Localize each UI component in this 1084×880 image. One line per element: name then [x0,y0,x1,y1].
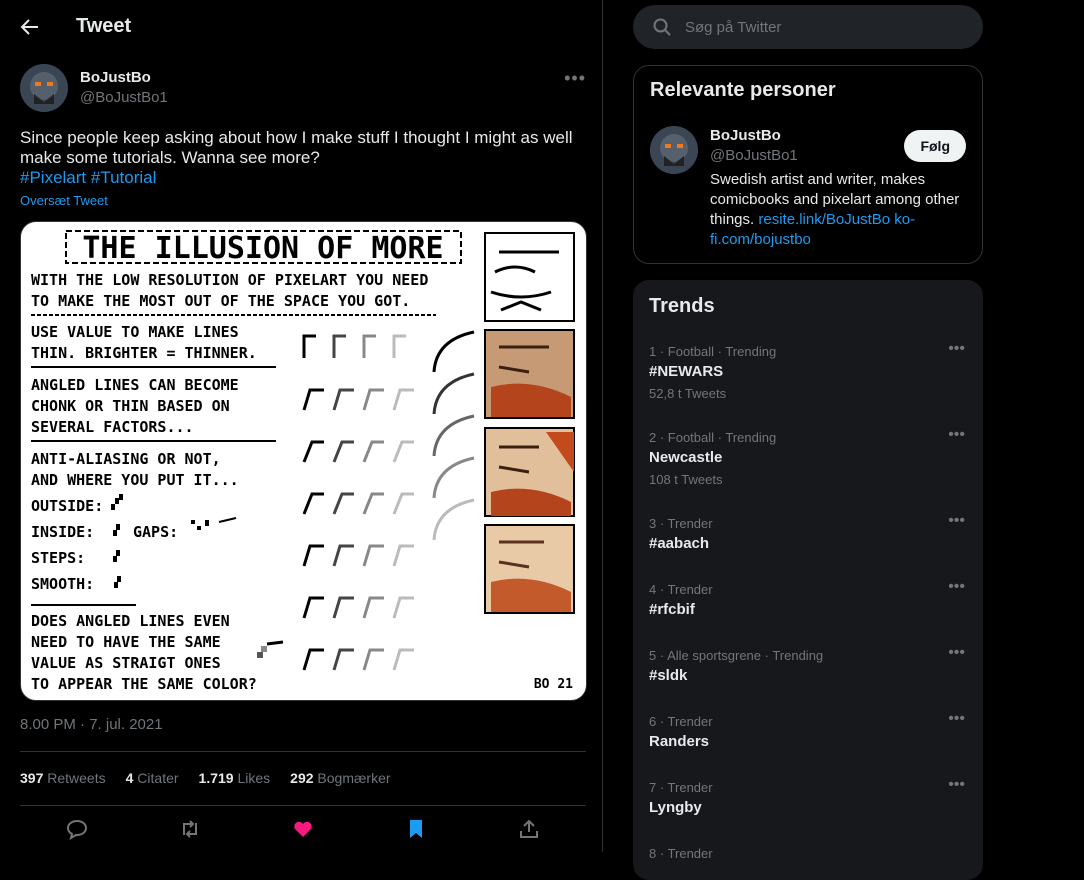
label-steps: STEPS: [31,549,85,567]
trend-item[interactable]: 1 · Football · Trending #NEWARS 52,8 t T… [649,340,967,401]
hashtag-tutorial[interactable]: #Tutorial [91,168,157,187]
arrow-left-icon [20,18,38,35]
bookmark-icon [410,820,423,838]
label-smooth: SMOOTH: [31,575,94,593]
tweet-stats: 397 Retweets 4 Citater 1.719 Likes 292 B… [20,770,411,786]
reply-button[interactable] [62,816,92,842]
intro-line-1: WITH THE LOW RESOLUTION OF PIXELART YOU … [31,271,428,289]
s2-line-2: CHONK OR THIN BASED ON [31,397,230,415]
s1-line-1: USE VALUE TO MAKE LINES [31,323,239,341]
main-column: Tweet BoJustBo @BoJustBo1 ••• Since peop… [0,0,603,852]
s1-line-2: THIN. BRIGHTER = THINNER. [31,344,257,362]
trend-item[interactable]: 6 · Trender Randers ••• [649,710,967,750]
divider [20,751,586,752]
label-inside: INSIDE: [31,523,94,541]
trend-item[interactable]: 5 · Alle sportsgrene · Trending #sldk ••… [649,644,967,684]
trend-item[interactable]: 3 · Trender #aabach ••• [649,512,967,552]
trend-more-icon[interactable]: ••• [948,426,965,444]
trend-more-icon[interactable]: ••• [948,340,965,358]
trend-item[interactable]: 2 · Football · Trending Newcastle 108 t … [649,426,967,487]
pixelart-tutorial-image: THE ILLUSION OF MORE WITH THE LOW RESOLU… [31,230,575,693]
tweet-image[interactable]: THE ILLUSION OF MORE WITH THE LOW RESOLU… [20,221,587,701]
relevant-people-title: Relevante personer [650,79,836,101]
s4-line-2: NEED TO HAVE THE SAME [31,633,221,651]
relevant-user-bio: Swedish artist and writer, makes comicbo… [710,171,960,248]
trends-title: Trends [649,295,715,317]
stat-quotes[interactable]: 4 Citater [126,770,179,786]
s2-line-3: SEVERAL FACTORS... [31,418,194,436]
share-icon [520,819,539,838]
retweet-icon [182,820,197,838]
translate-link[interactable]: Oversæt Tweet [20,193,108,208]
s4-line-4: TO APPEAR THE SAME COLOR? [31,675,257,693]
trends-panel: Trends 1 · Football · Trending #NEWARS 5… [633,280,983,880]
s4-line-1: DOES ANGLED LINES EVEN [31,612,230,630]
search-input[interactable] [683,17,967,37]
trend-item[interactable]: 8 · Trender [649,846,967,861]
stat-bookmarks[interactable]: 292 Bogmærker [290,770,390,786]
stat-likes[interactable]: 1.719 Likes [199,770,271,786]
tweet-body: Since people keep asking about how I mak… [20,128,573,167]
tweet-timestamp[interactable]: 8.00 PM · 7. jul. 2021 [20,716,163,733]
author-name[interactable]: BoJustBo [80,68,168,88]
s3-line-1: ANTI-ALIASING OR NOT, [31,450,221,468]
trend-more-icon[interactable]: ••• [948,710,965,728]
bookmark-button[interactable] [401,816,431,842]
author-handle[interactable]: @BoJustBo1 [80,88,168,108]
trend-more-icon[interactable]: ••• [948,776,965,794]
trend-more-icon[interactable]: ••• [948,512,965,530]
label-gaps: GAPS: [133,523,178,541]
share-button[interactable] [514,816,544,842]
tweet-actions [20,816,586,842]
search-icon [653,18,671,36]
back-button[interactable] [18,15,42,39]
s3-line-2: AND WHERE YOU PUT IT... [31,471,239,489]
retweet-button[interactable] [175,816,205,842]
follow-button[interactable]: Følg [904,130,966,162]
avatar[interactable] [650,126,698,174]
intro-line-2: TO MAKE THE MOST OUT OF THE SPACE YOU GO… [31,292,410,310]
reply-icon [66,819,87,840]
tweet-text: Since people keep asking about how I mak… [20,128,580,188]
like-button[interactable] [288,816,318,842]
signature: BO 21 [534,677,573,692]
trend-item[interactable]: 7 · Trender Lyngby ••• [649,776,967,816]
tweet-author[interactable]: BoJustBo @BoJustBo1 [20,64,168,112]
trend-more-icon[interactable]: ••• [948,644,965,662]
divider [20,805,586,806]
trend-more-icon[interactable]: ••• [948,578,965,596]
bio-link-resite[interactable]: resite.link/BoJustBo [758,211,890,228]
hashtag-pixelart[interactable]: #Pixelart [20,168,86,187]
heart-icon [294,821,312,837]
avatar[interactable] [20,64,68,112]
header: Tweet [0,0,602,53]
relevant-people-panel: Relevante personer BoJustBo @BoJustBo1 S… [633,65,983,264]
s4-line-3: VALUE AS STRAIGT ONES [31,654,221,672]
s2-line-1: ANGLED LINES CAN BECOME [31,376,239,394]
page-title: Tweet [76,15,132,37]
tweet-more-icon[interactable]: ••• [564,68,586,89]
image-title: THE ILLUSION OF MORE [82,231,443,266]
label-outside: OUTSIDE: [31,497,103,515]
search-bar[interactable] [633,5,983,49]
stat-retweets[interactable]: 397 Retweets [20,770,106,786]
trend-item[interactable]: 4 · Trender #rfcbif ••• [649,578,967,618]
